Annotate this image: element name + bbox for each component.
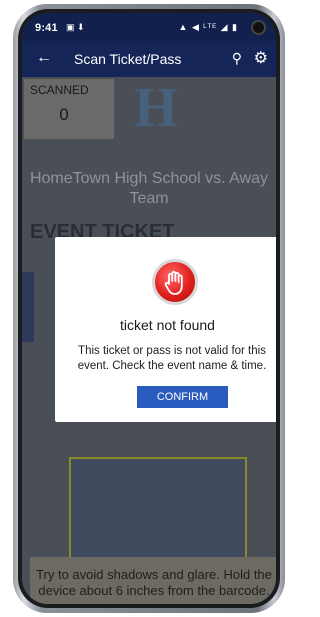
stop-hand-icon [152,259,198,305]
status-bar: 9:41 ▣ ⬇ ▲ ◀ ᴸᵀᴱ ◢ ▮ [22,13,276,41]
ticket-preview-edge [22,272,34,342]
status-time: 9:41 [35,22,58,34]
app-bar: ← Scan Ticket/Pass ⚲ ⚙ [22,41,276,77]
scan-hint: Try to avoid shadows and glare. Hold the… [30,557,276,604]
search-icon[interactable]: ⚲ [232,50,242,67]
notification-icons: ▣ ⬇ [66,22,85,32]
back-arrow-icon[interactable]: ← [36,49,52,67]
front-camera [251,20,266,35]
scanned-counter: SCANNED 0 [24,79,114,139]
screen: 9:41 ▣ ⬇ ▲ ◀ ᴸᵀᴱ ◢ ▮ ← Scan Ticket/Pass … [22,13,276,604]
phone-frame: 9:41 ▣ ⬇ ▲ ◀ ᴸᵀᴱ ◢ ▮ ← Scan Ticket/Pass … [13,4,285,613]
signal-battery-icons: ▲ ◀ ᴸᵀᴱ ◢ ▮ [178,22,238,32]
event-title: HomeTown High School vs. Away Team [29,170,269,207]
school-logo: H [134,77,178,139]
dialog-title: ticket not found [120,317,215,333]
confirm-button[interactable]: CONFIRM [137,386,228,408]
scanned-count: 0 [59,105,69,124]
error-dialog: ticket not found This ticket or pass is … [55,237,276,422]
dialog-message: This ticket or pass is not valid for thi… [77,345,267,372]
page-title: Scan Ticket/Pass [74,51,182,67]
scanned-label: SCANNED [30,83,89,97]
phone-bezel: 9:41 ▣ ⬇ ▲ ◀ ᴸᵀᴱ ◢ ▮ ← Scan Ticket/Pass … [18,9,280,608]
gear-icon[interactable]: ⚙ [254,48,268,68]
